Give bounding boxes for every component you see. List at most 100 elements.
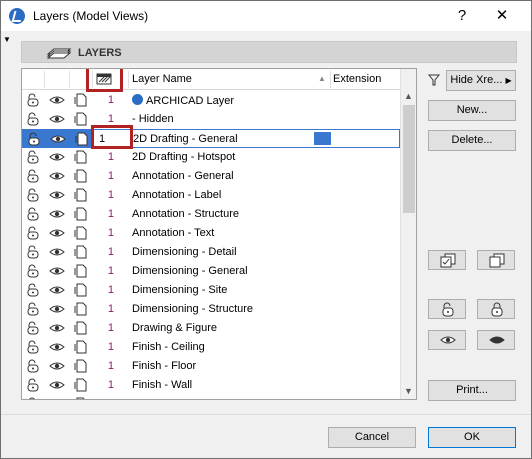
wireframe-icon[interactable] xyxy=(74,302,88,316)
table-row[interactable]: 1 Annotation - General xyxy=(22,167,400,186)
pen-number[interactable]: 1 xyxy=(104,303,114,315)
table-row[interactable]: 1 Drawing & Figure xyxy=(22,319,400,338)
eye-icon[interactable] xyxy=(49,322,65,334)
eye-icon[interactable] xyxy=(49,398,65,399)
unlock-icon[interactable] xyxy=(26,340,40,354)
pen-number[interactable]: 1 xyxy=(104,189,114,201)
unlock-icon[interactable] xyxy=(26,207,40,221)
pen-number[interactable]: 1 xyxy=(104,284,114,296)
eye-icon[interactable] xyxy=(49,284,65,296)
pen-number[interactable]: 1 xyxy=(104,94,114,106)
ok-button[interactable]: OK xyxy=(428,427,516,448)
extension-column-header[interactable]: Extension xyxy=(333,73,381,85)
eye-icon[interactable] xyxy=(49,94,65,106)
table-row[interactable]: 1 Annotation - Text xyxy=(22,224,400,243)
wireframe-icon[interactable] xyxy=(74,340,88,354)
table-row[interactable]: 1 Finish - Floor xyxy=(22,357,400,376)
pen-number[interactable]: 1 xyxy=(104,246,114,258)
unlock-icon[interactable] xyxy=(26,169,40,183)
unlock-icon[interactable] xyxy=(26,359,40,373)
hide-layers-button[interactable] xyxy=(477,330,515,350)
table-row[interactable]: 1 Finish - Ceiling xyxy=(22,338,400,357)
wireframe-icon[interactable] xyxy=(74,207,88,221)
unlock-icon[interactable] xyxy=(26,112,40,126)
unlock-icon[interactable] xyxy=(26,378,40,392)
pen-number[interactable]: 1 xyxy=(104,398,114,399)
unlock-icon[interactable] xyxy=(26,93,40,107)
unlock-icon[interactable] xyxy=(26,397,40,399)
table-row[interactable]: 1 2D Drafting - General xyxy=(22,129,400,148)
collapse-arrow-icon[interactable]: ▼ xyxy=(3,35,11,44)
show-layers-button[interactable] xyxy=(428,330,466,350)
wireframe-icon[interactable] xyxy=(74,264,88,278)
table-row[interactable]: 1 - Hidden xyxy=(22,110,400,129)
cancel-button[interactable]: Cancel xyxy=(328,427,416,448)
pen-number[interactable]: 1 xyxy=(104,379,114,391)
print-button[interactable]: Print... xyxy=(428,380,516,401)
table-row[interactable]: 1 Dimensioning - General xyxy=(22,262,400,281)
wireframe-icon[interactable] xyxy=(74,188,88,202)
wireframe-icon[interactable] xyxy=(74,169,88,183)
hide-xref-button[interactable]: Hide Xre... ▶ xyxy=(446,70,516,91)
eye-icon[interactable] xyxy=(49,151,65,163)
wireframe-icon[interactable] xyxy=(74,226,88,240)
close-button[interactable]: ✕ xyxy=(487,5,517,27)
wireframe-icon[interactable] xyxy=(74,112,88,126)
pen-number[interactable]: 1 xyxy=(104,341,114,353)
pen-number[interactable]: 1 xyxy=(104,113,114,125)
eye-icon[interactable] xyxy=(49,303,65,315)
eye-icon[interactable] xyxy=(49,170,65,182)
eye-icon[interactable] xyxy=(49,265,65,277)
vertical-scrollbar[interactable]: ▲ ▼ xyxy=(400,69,416,399)
pen-number[interactable]: 1 xyxy=(104,151,114,163)
scroll-up-icon[interactable]: ▲ xyxy=(404,91,413,101)
unlock-icon[interactable] xyxy=(26,245,40,259)
wireframe-icon[interactable] xyxy=(74,245,88,259)
table-row[interactable]: 1 2D Drafting - Hotspot xyxy=(22,148,400,167)
duplicate-combination-button[interactable] xyxy=(428,250,466,270)
eye-icon[interactable] xyxy=(50,133,66,145)
pen-number[interactable]: 1 xyxy=(104,170,114,182)
table-row[interactable]: 1 Dimensioning - Site xyxy=(22,281,400,300)
copy-layer-button[interactable] xyxy=(477,250,515,270)
eye-icon[interactable] xyxy=(49,246,65,258)
unlock-icon[interactable] xyxy=(27,132,41,146)
eye-icon[interactable] xyxy=(49,341,65,353)
pen-number[interactable]: 1 xyxy=(104,360,114,372)
help-button[interactable]: ? xyxy=(447,5,477,27)
unlock-icon[interactable] xyxy=(26,302,40,316)
table-row[interactable]: 1 Dimensioning - Detail xyxy=(22,243,400,262)
eye-icon[interactable] xyxy=(49,227,65,239)
table-row[interactable]: 1 Annotation - Label xyxy=(22,186,400,205)
table-row[interactable]: 1 Dimensioning - Structure xyxy=(22,300,400,319)
wireframe-icon[interactable] xyxy=(74,93,88,107)
unlock-icon[interactable] xyxy=(26,188,40,202)
unlock-icon[interactable] xyxy=(26,150,40,164)
scroll-down-icon[interactable]: ▼ xyxy=(404,386,413,396)
unlock-icon[interactable] xyxy=(26,283,40,297)
wireframe-icon[interactable] xyxy=(74,397,88,399)
wireframe-icon[interactable] xyxy=(75,132,89,146)
unlock-icon[interactable] xyxy=(26,321,40,335)
wireframe-icon[interactable] xyxy=(74,359,88,373)
layer-name-column-header[interactable]: Layer Name xyxy=(132,73,192,85)
table-row[interactable]: 1 Finish - Wall xyxy=(22,376,400,395)
eye-icon[interactable] xyxy=(49,208,65,220)
new-layer-button[interactable]: New... xyxy=(428,100,516,121)
wireframe-icon[interactable] xyxy=(74,321,88,335)
eye-icon[interactable] xyxy=(49,189,65,201)
eye-icon[interactable] xyxy=(49,113,65,125)
wireframe-icon[interactable] xyxy=(74,378,88,392)
unlock-icon[interactable] xyxy=(26,226,40,240)
lock-layers-button[interactable] xyxy=(477,299,515,319)
scroll-thumb[interactable] xyxy=(403,105,415,213)
pen-number[interactable]: 1 xyxy=(104,227,114,239)
wireframe-icon[interactable] xyxy=(74,150,88,164)
table-row[interactable]: 1 Interior - Equipment xyxy=(22,395,400,399)
unlock-layers-button[interactable] xyxy=(428,299,466,319)
pen-number[interactable]: 1 xyxy=(104,208,114,220)
pen-number[interactable]: 1 xyxy=(104,265,114,277)
delete-layer-button[interactable]: Delete... xyxy=(428,130,516,151)
filter-icon[interactable] xyxy=(428,74,440,86)
wireframe-icon[interactable] xyxy=(74,283,88,297)
